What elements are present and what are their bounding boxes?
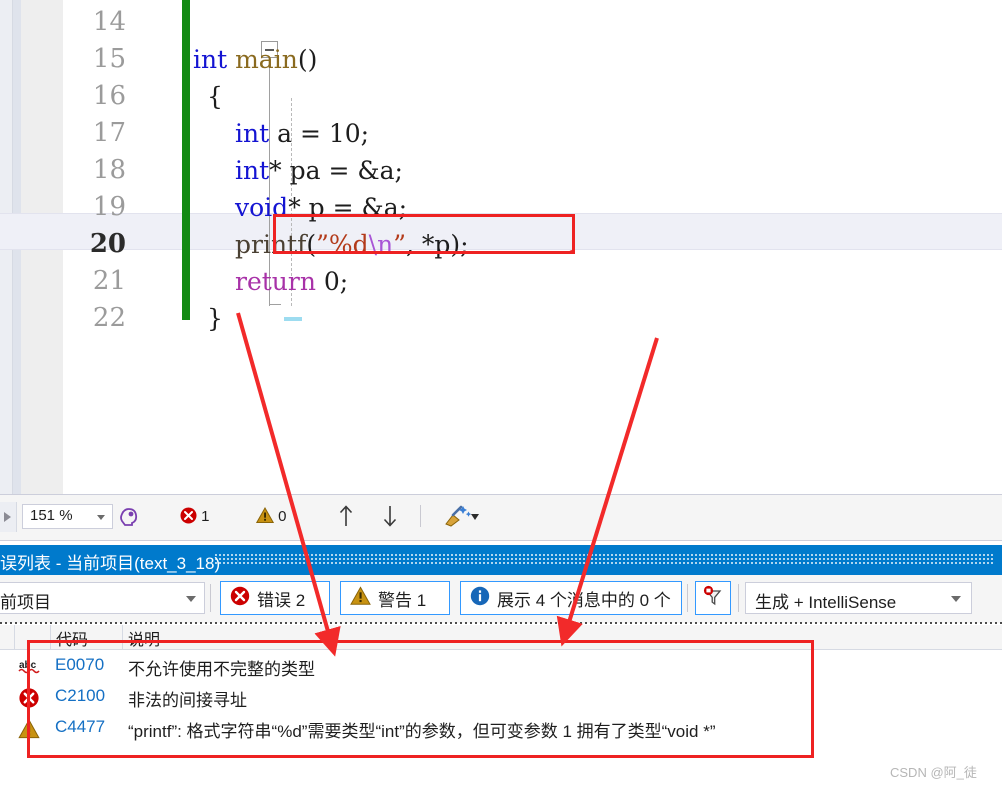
chevron-down-icon (97, 515, 105, 520)
line-number: 21 (92, 266, 126, 296)
error-icon (230, 586, 250, 611)
warning-icon (350, 585, 371, 611)
table-row[interactable]: C2100 非法的间接寻址 (0, 683, 1002, 713)
line-number: 20 (89, 229, 126, 259)
line-number: 18 (92, 155, 126, 185)
expand-arrow-icon[interactable] (0, 502, 17, 532)
code-line-text: int* pa = &a; (235, 156, 403, 185)
toolbar-separator (687, 584, 688, 612)
toggle-errors-label: 错误 2 (257, 590, 306, 610)
zoom-level-combobox[interactable]: 151 % (22, 504, 113, 529)
chevron-down-icon (951, 596, 961, 602)
code-line[interactable]: 21 return 0; (63, 263, 1002, 300)
line-number: 14 (92, 7, 126, 37)
info-icon (470, 586, 490, 611)
column-divider[interactable] (50, 625, 51, 649)
build-filter-value: 生成 + IntelliSense (755, 593, 897, 612)
line-number: 15 (92, 44, 126, 74)
error-code-link[interactable]: C2100 (55, 686, 105, 706)
toolbar-bottom-rule (0, 622, 1002, 624)
error-list-title-text: 误列表 - 当前项目(text_3_18) (0, 554, 221, 573)
code-line-text: int main() (193, 45, 318, 74)
line-number: 19 (92, 192, 126, 222)
toolbar-separator (738, 584, 739, 612)
code-text-area[interactable]: 14 15 int main() 16 {17 int a = 10; 18 int* pa … (63, 0, 1002, 494)
warning-icon (18, 718, 40, 740)
scope-filter-value: 前项目 (0, 593, 51, 612)
filter-funnel-icon (702, 585, 724, 612)
intellisense-head-icon[interactable] (118, 505, 140, 527)
editor-status-bar (0, 494, 1002, 541)
code-line[interactable]: 18 int* pa = &a; (63, 152, 1002, 189)
code-line[interactable]: 14 (63, 4, 1002, 41)
panel-drag-grip[interactable] (215, 554, 995, 566)
toggle-warnings-label: 警告 1 (378, 590, 427, 610)
build-filter-combobox[interactable]: 生成 + IntelliSense (745, 582, 972, 614)
error-code-link[interactable]: E0070 (55, 655, 104, 675)
error-code-link[interactable]: C4477 (55, 717, 105, 737)
status-error-count: 1 (201, 508, 210, 525)
watermark: CSDN @阿_徒 (890, 765, 977, 780)
line-number: 17 (92, 118, 126, 148)
code-line[interactable]: 22} (63, 300, 1002, 337)
error-icon (18, 687, 40, 709)
next-issue-button[interactable] (380, 503, 400, 533)
error-description: 非法的间接寻址 (128, 691, 247, 710)
table-row[interactable]: abc E0070 不允许使用不完整的类型 (0, 652, 1002, 682)
code-line[interactable]: 20 printf(”%d\n”, *p); (63, 226, 1002, 263)
error-list-grid[interactable]: 代码 说明 abc E0070 不允许使用不完整的类型 C2100 非法的间接寻址 C44… (0, 625, 1002, 787)
column-divider[interactable] (122, 625, 123, 649)
code-line-text: { (207, 82, 223, 111)
error-icon (180, 507, 201, 525)
chevron-down-icon (186, 596, 196, 602)
warning-icon (255, 506, 278, 525)
line-number: 22 (92, 303, 126, 333)
code-line-text: return 0; (235, 267, 349, 296)
toolbar-separator (210, 584, 211, 612)
zoom-level-value: 151 % (30, 507, 73, 524)
toggle-warnings-button[interactable]: 警告 1 (340, 581, 450, 615)
status-warning-count: 0 (278, 508, 287, 525)
code-line-text: void* p = &a; (235, 193, 408, 222)
code-line[interactable]: 16 { (63, 78, 1002, 115)
table-row[interactable]: C4477 “printf”: 格式字符串“%d”需要类型“int”的参数，但可变… (0, 714, 1002, 744)
column-header-description[interactable]: 说明 (128, 626, 160, 650)
clear-filter-button[interactable] (695, 581, 731, 615)
intellisense-icon: abc (18, 656, 40, 678)
toggle-errors-button[interactable]: 错误 2 (220, 581, 330, 615)
toggle-messages-label: 展示 4 个消息中的 0 个 (497, 590, 671, 610)
code-line-text: printf(”%d\n”, *p); (235, 230, 469, 259)
code-cleanup-button[interactable] (440, 503, 480, 533)
error-list-header-row: 代码 说明 (0, 625, 1002, 650)
code-line-text: } (207, 304, 223, 333)
line-number: 16 (92, 81, 126, 111)
code-line[interactable]: 17 int a = 10; (63, 115, 1002, 152)
scope-filter-combobox[interactable]: 前项目 (0, 582, 205, 614)
error-description: “printf”: 格式字符串“%d”需要类型“int”的参数，但可变参数 1 … (128, 722, 716, 741)
column-divider[interactable] (14, 625, 15, 649)
error-list-panel-title: 误列表 - 当前项目(text_3_18) (0, 545, 1002, 575)
toolbar-separator (420, 505, 421, 527)
previous-issue-button[interactable] (336, 503, 356, 533)
column-header-code[interactable]: 代码 (56, 626, 88, 650)
code-editor[interactable]: 14 15 int main() 16 {17 int a = 10; 18 int* pa … (0, 0, 1002, 494)
code-line[interactable]: 19 void* p = &a; (63, 189, 1002, 226)
toggle-messages-button[interactable]: 展示 4 个消息中的 0 个 (460, 581, 682, 615)
error-description: 不允许使用不完整的类型 (128, 660, 315, 679)
status-error-indicator[interactable]: 1 (180, 507, 210, 525)
status-warning-indicator[interactable]: 0 (255, 506, 287, 525)
code-line-text: int a = 10; (235, 119, 370, 148)
code-line[interactable]: 15 int main() (63, 41, 1002, 78)
vs-window: 14 15 int main() 16 {17 int a = 10; 18 int* pa … (0, 0, 1002, 787)
